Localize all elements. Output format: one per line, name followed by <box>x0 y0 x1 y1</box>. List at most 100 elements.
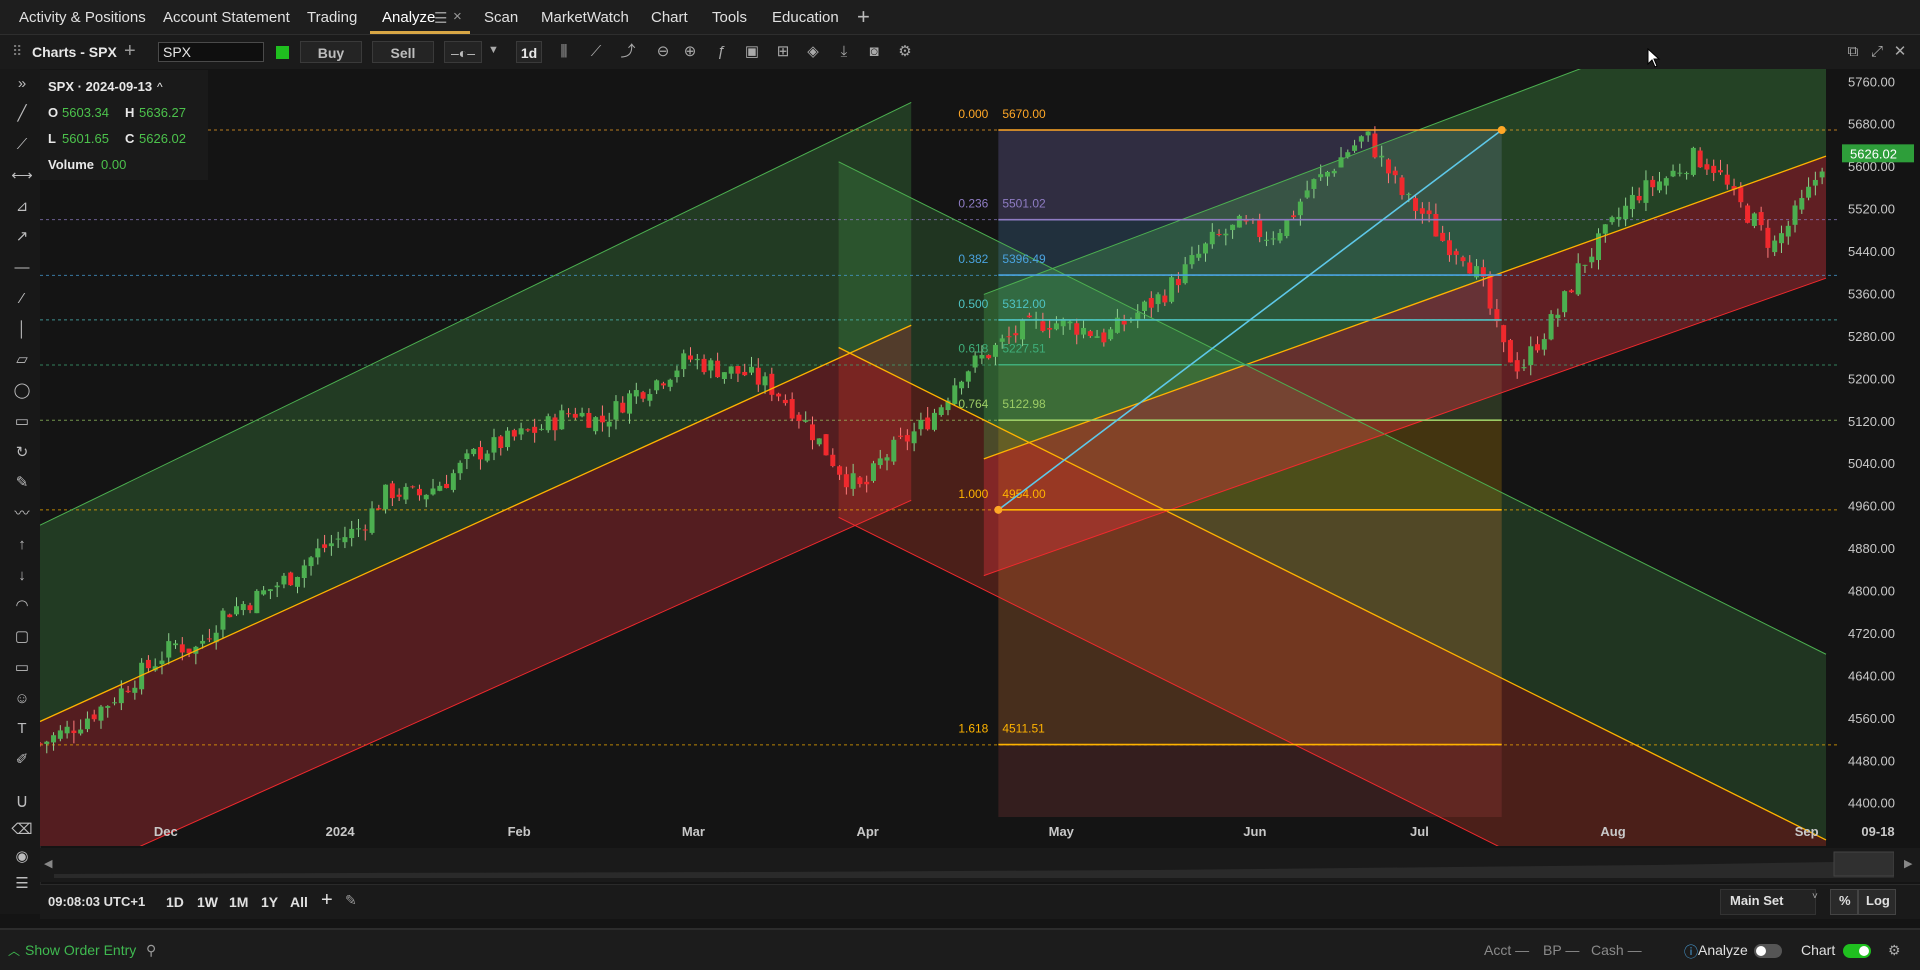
layers-icon[interactable]: ◈ <box>802 43 824 61</box>
popout-icon[interactable]: ⧉ <box>1842 43 1864 61</box>
interval-button[interactable]: 1d <box>516 41 542 63</box>
arrow-up-icon[interactable]: ↑ <box>11 535 33 555</box>
edit-pencil-icon[interactable]: ✎ <box>345 892 357 909</box>
close-chart-icon[interactable]: ✕ <box>1889 43 1911 61</box>
candle-body <box>91 714 97 720</box>
tab-menu-icon[interactable]: ☰ <box>434 9 447 27</box>
buy-button[interactable]: Buy <box>300 41 362 63</box>
candle-body <box>1053 323 1059 330</box>
candle-body <box>349 528 355 539</box>
tab-scan[interactable]: Scan <box>484 9 518 26</box>
fibonacci-tool-icon[interactable]: ⊿ <box>11 197 33 217</box>
line-tool-icon[interactable]: ╱ <box>11 104 33 124</box>
candle-body <box>1690 147 1696 175</box>
candle-style-icon[interactable]: ⫼ <box>553 43 575 61</box>
maximize-icon[interactable]: ⤢ <box>1866 43 1888 61</box>
arrow-down-icon[interactable]: ↓ <box>11 566 33 586</box>
download-icon[interactable]: ⤓ <box>833 43 855 61</box>
percent-button[interactable]: % <box>1839 893 1851 908</box>
vertical-line-icon[interactable]: │ <box>11 320 33 340</box>
layers-stack-icon[interactable]: ☰ <box>11 874 33 894</box>
parallel-channel-icon[interactable]: ▱ <box>11 350 33 370</box>
add-chart-button[interactable]: + <box>124 40 136 63</box>
range-1w[interactable]: 1W <box>197 894 218 910</box>
link-color-swatch[interactable] <box>276 46 289 59</box>
candle-body <box>1555 314 1561 319</box>
comment-tool-icon[interactable]: ▭ <box>11 658 33 678</box>
add-tab-button[interactable]: + <box>857 4 870 30</box>
price-tick-label: 4800.00 <box>1848 584 1895 599</box>
arc-tool-icon[interactable]: ↻ <box>11 443 33 463</box>
function-icon[interactable]: ƒ <box>710 43 732 61</box>
settings-gear-icon[interactable]: ⚙ <box>894 43 916 61</box>
range-1m[interactable]: 1M <box>229 894 248 910</box>
sell-button[interactable]: Sell <box>372 41 434 63</box>
ray-tool-icon[interactable]: ⟋ <box>11 135 33 155</box>
open-value: 5603.34 <box>62 105 109 120</box>
zoom-out-icon[interactable]: ⊖ <box>652 43 674 61</box>
visibility-eye-icon[interactable]: ◉ <box>11 847 33 867</box>
curve-tool-icon[interactable]: ◠ <box>11 596 33 616</box>
scroll-right-icon[interactable]: ▶ <box>1904 857 1912 870</box>
range-all[interactable]: All <box>290 894 308 910</box>
add-range-button[interactable]: + <box>321 889 333 912</box>
show-order-entry-link[interactable]: Show Order Entry <box>25 942 136 958</box>
tab-account-statement[interactable]: Account Statement <box>163 9 290 26</box>
range-1d[interactable]: 1D <box>166 894 184 910</box>
info-icon[interactable]: ⓘ <box>1684 942 1698 962</box>
tab-trading[interactable]: Trading <box>307 9 357 26</box>
candle-body <box>457 462 463 474</box>
collapse-chevron-icon[interactable]: ^ <box>157 80 163 94</box>
price-chart[interactable]: 0.000 5670.00 0.236 5501.02 0.382 5396.49 0.50… <box>40 69 1920 846</box>
candle-body <box>1758 212 1764 226</box>
order-entry-chevron-icon[interactable]: ︿ <box>8 942 20 959</box>
paint-tool-icon[interactable]: ✐ <box>11 750 33 770</box>
magnet-icon[interactable]: Ս <box>11 793 33 813</box>
tab-tools[interactable]: Tools <box>712 9 747 26</box>
horizontal-line-icon[interactable]: ― <box>11 258 33 278</box>
status-settings-gear-icon[interactable]: ⚙ <box>1888 942 1901 959</box>
candle-body <box>1697 150 1703 168</box>
scroll-left-icon[interactable]: ◀ <box>44 857 52 870</box>
range-1y[interactable]: 1Y <box>261 894 278 910</box>
expand-tools-icon[interactable]: » <box>11 74 33 94</box>
indicator-icon[interactable]: ⤴ <box>617 43 639 61</box>
extended-line-icon[interactable]: ⁄ <box>11 289 33 309</box>
arrow-line-icon[interactable]: ↗ <box>11 227 33 247</box>
tab-analyze[interactable]: Analyze <box>382 9 435 26</box>
drag-handle-icon[interactable]: ⠿ <box>12 43 22 60</box>
text-tool-icon[interactable]: T <box>11 719 33 739</box>
candle-body <box>1013 333 1019 336</box>
candle-body <box>1230 224 1236 231</box>
camera-icon[interactable]: ◙ <box>863 43 885 61</box>
order-type-toggle[interactable]: ‒◐‒ <box>444 41 482 63</box>
horizontal-ray-icon[interactable]: ⟷ <box>11 166 33 186</box>
tab-close-icon[interactable]: × <box>453 8 462 25</box>
path-tool-icon[interactable]: 〰 <box>11 504 33 524</box>
tab-marketwatch[interactable]: MarketWatch <box>541 9 629 26</box>
time-tick-label: 09-18 <box>1861 824 1894 839</box>
pin-icon[interactable]: ⚲ <box>146 942 156 959</box>
chart-navigator[interactable]: ◀ ▶ <box>40 848 1920 882</box>
tab-activity-positions[interactable]: Activity & Positions <box>19 9 146 26</box>
layout-icon[interactable]: ⊞ <box>772 43 794 61</box>
tab-education[interactable]: Education <box>772 9 839 26</box>
analyze-toggle[interactable] <box>1754 944 1782 958</box>
rectangle-tool-icon[interactable]: ▭ <box>11 412 33 432</box>
chevron-down-icon[interactable]: ▼ <box>488 44 499 56</box>
candle-body <box>1629 194 1635 210</box>
chart-toggle[interactable] <box>1843 944 1871 958</box>
eraser-icon[interactable]: ⌫ <box>11 820 33 840</box>
zoom-in-icon[interactable]: ⊕ <box>679 43 701 61</box>
emoji-tool-icon[interactable]: ☺ <box>11 689 33 709</box>
tab-chart[interactable]: Chart <box>651 9 688 26</box>
log-button[interactable]: Log <box>1866 893 1890 908</box>
brush-tool-icon[interactable]: ✎ <box>11 473 33 493</box>
candle-body <box>261 590 267 595</box>
image-icon[interactable]: ▣ <box>741 43 763 61</box>
symbol-input[interactable] <box>158 42 264 62</box>
callout-tool-icon[interactable]: ▢ <box>11 627 33 647</box>
candle-body <box>1568 290 1574 293</box>
trendline-icon[interactable]: ⟋ <box>585 43 607 61</box>
ellipse-tool-icon[interactable]: ◯ <box>11 381 33 401</box>
